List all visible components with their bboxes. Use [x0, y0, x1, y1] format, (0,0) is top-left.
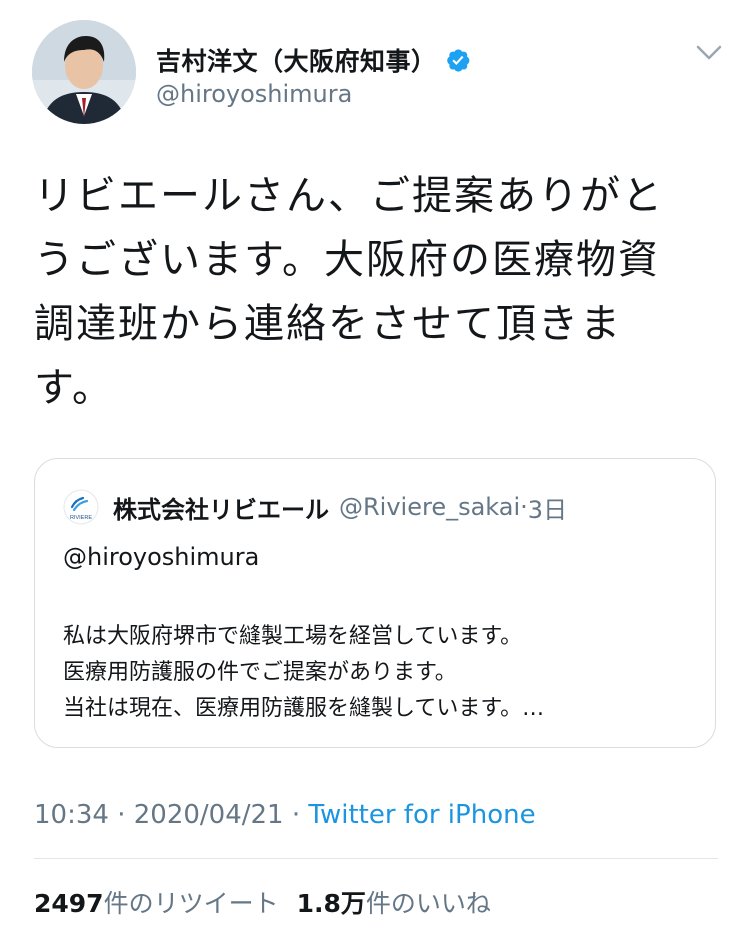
quoted-body-line: 私は大阪府堺市で縫製工場を経営しています。 [63, 624, 523, 649]
tweet-stats: 2497件のリツイート 1.8万件のいいね [34, 884, 491, 920]
quoted-reply-to[interactable]: @hiroyoshimura [63, 543, 259, 571]
quoted-author-handle[interactable]: @Riviere_sakai [339, 493, 520, 521]
tweet-text-line: うございます。大阪府の医療物資 [34, 237, 660, 283]
svg-text:RIVIERE: RIVIERE [70, 515, 92, 521]
quoted-tweet-body: 私は大阪府堺市で縫製工場を経営しています。 医療用防護服の件でご提案があります。… [63, 619, 693, 727]
chevron-down-icon[interactable] [696, 44, 722, 62]
verified-badge-icon [445, 47, 471, 73]
retweets-label: 件のリツイート [103, 889, 279, 918]
likes-label: 件のいいね [365, 889, 491, 918]
avatar-portrait-icon [32, 20, 136, 124]
retweets-stat[interactable]: 2497件のリツイート [34, 889, 279, 918]
avatar[interactable] [32, 20, 136, 124]
quoted-body-line: 当社は現在、医療用防護服を縫製しています。… [63, 696, 545, 721]
meta-separator: · [108, 800, 134, 830]
tweet-text-line: 調達班から連絡をさせて頂きま [34, 301, 622, 347]
likes-count: 1.8万 [296, 889, 366, 918]
quoted-tweet-header: RIVIERE 株式会社リビエール @Riviere_sakai · 3日 [63, 489, 567, 525]
quoted-tweet-time: 3日 [527, 495, 568, 524]
meta-separator: · [283, 800, 309, 830]
retweets-count: 2497 [34, 889, 104, 918]
tweet-time: 10:34 [34, 800, 109, 830]
quoted-body-line: 医療用防護服の件でご提案があります。 [63, 660, 457, 685]
quoted-author-name[interactable]: 株式会社リビエール [113, 490, 329, 525]
quoted-tweet-card[interactable]: RIVIERE 株式会社リビエール @Riviere_sakai · 3日 @h… [34, 458, 716, 748]
tweet-date: 2020/04/21 [133, 800, 284, 830]
divider [34, 858, 718, 859]
quoted-meta-separator: · [520, 493, 528, 521]
tweet-header: 吉村洋文（大阪府知事） @hiroyoshimura [32, 20, 732, 128]
author-handle[interactable]: @hiroyoshimura [156, 80, 352, 108]
likes-stat[interactable]: 1.8万件のいいね [297, 889, 491, 918]
tweet-source-link[interactable]: Twitter for iPhone [308, 800, 535, 830]
tweet-text: リビエールさん、ご提案ありがと うございます。大阪府の医療物資 調達班から連絡を… [34, 164, 714, 420]
tweet-text-line: リビエールさん、ご提案ありがと [34, 173, 664, 219]
author-name-row: 吉村洋文（大阪府知事） [156, 42, 471, 78]
riviere-logo-icon: RIVIERE [63, 489, 99, 525]
tweet-text-line: す。 [34, 365, 114, 411]
tweet-meta: 10:34 · 2020/04/21 · Twitter for iPhone [34, 800, 536, 830]
author-display-name[interactable]: 吉村洋文（大阪府知事） [156, 42, 437, 78]
